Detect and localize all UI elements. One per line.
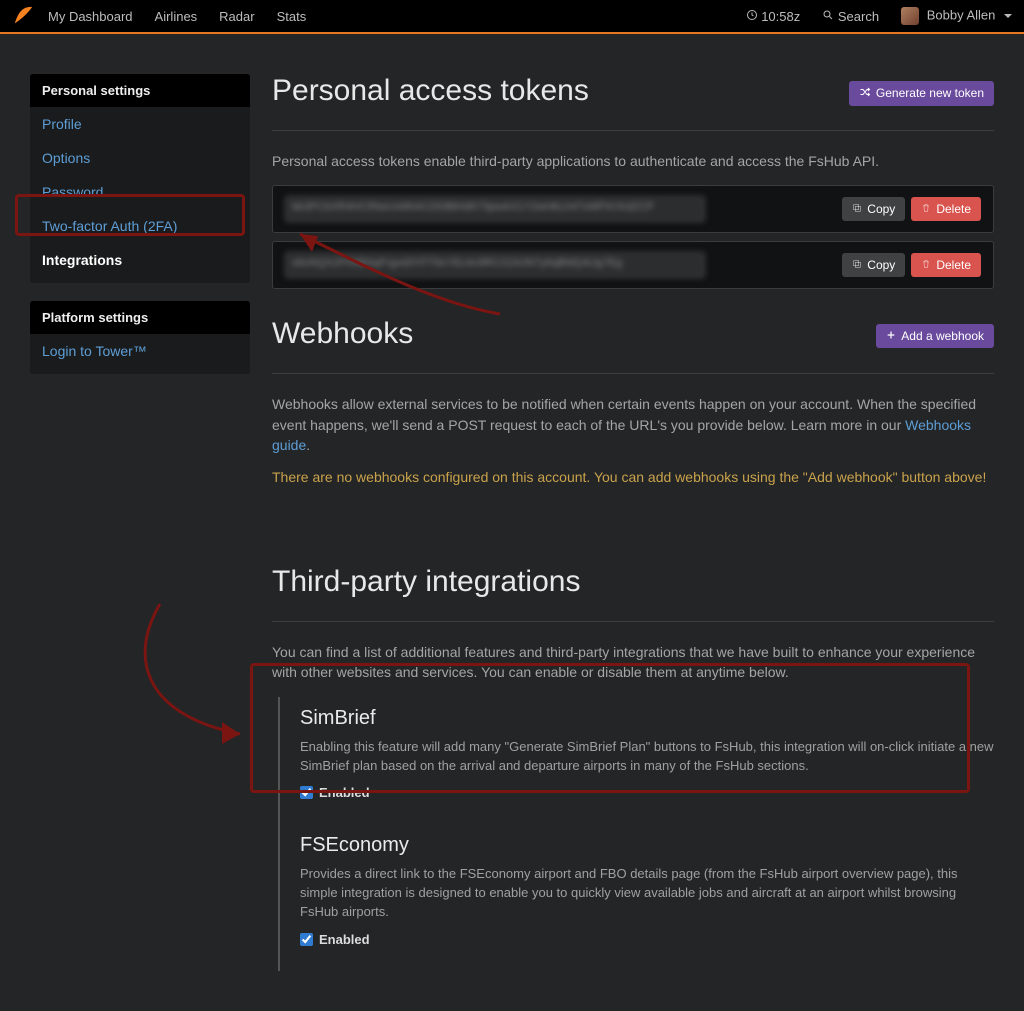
third-party-description: You can find a list of additional featur…	[272, 642, 994, 683]
copy-button[interactable]: Copy	[842, 197, 905, 221]
integration-checkbox[interactable]	[300, 933, 313, 946]
enabled-label: Enabled	[319, 932, 370, 947]
app-logo[interactable]	[12, 5, 34, 27]
delete-button[interactable]: Delete	[911, 197, 981, 221]
integration-enabled-toggle[interactable]: Enabled	[300, 785, 994, 800]
sidebar-item-profile[interactable]: Profile	[30, 107, 250, 141]
nav-user-menu[interactable]: Bobby Allen	[901, 7, 1012, 25]
sidebar-personal-panel: Personal settings Profile Options Passwo…	[30, 74, 250, 283]
sidebar-platform-header: Platform settings	[30, 301, 250, 334]
trash-icon	[921, 258, 931, 272]
webhooks-description: Webhooks allow external services to be n…	[272, 394, 994, 455]
nav-airlines[interactable]: Airlines	[155, 9, 198, 24]
webhooks-desc-pre: Webhooks allow external services to be n…	[272, 396, 976, 432]
copy-label: Copy	[867, 202, 895, 216]
tokens-title: Personal access tokens	[272, 74, 849, 108]
enabled-label: Enabled	[319, 785, 370, 800]
sidebar-platform-panel: Platform settings Login to Tower™	[30, 301, 250, 374]
nav-stats[interactable]: Stats	[277, 9, 307, 24]
integration-checkbox[interactable]	[300, 786, 313, 799]
add-webhook-button[interactable]: Add a webhook	[876, 324, 994, 348]
top-navbar: My Dashboard Airlines Radar Stats 10:58z…	[0, 0, 1024, 34]
integration-enabled-toggle[interactable]: Enabled	[300, 932, 994, 947]
nav-radar[interactable]: Radar	[219, 9, 254, 24]
copy-icon	[852, 202, 862, 216]
delete-label: Delete	[936, 202, 971, 216]
trash-icon	[921, 202, 931, 216]
sidebar-personal-header: Personal settings	[30, 74, 250, 107]
copy-button[interactable]: Copy	[842, 253, 905, 277]
user-name: Bobby Allen	[927, 7, 996, 22]
third-party-title: Third-party integrations	[272, 565, 994, 599]
integration-name: FSEconomy	[300, 834, 994, 857]
webhooks-desc-post: .	[306, 437, 310, 453]
webhooks-empty: There are no webhooks configured on this…	[272, 469, 994, 485]
delete-label: Delete	[936, 258, 971, 272]
avatar	[901, 7, 919, 25]
nav-search[interactable]: Search	[822, 9, 879, 24]
main-content: Personal access tokens Generate new toke…	[272, 74, 994, 971]
integration-fseconomy: FSEconomy Provides a direct link to the …	[278, 824, 994, 971]
token-value[interactable]: s6vNQX2Fh5BNqFrgvd3YFT9xYEc4c9RCO24JN7y6…	[285, 252, 705, 278]
copy-label: Copy	[867, 258, 895, 272]
nav-my-dashboard[interactable]: My Dashboard	[48, 9, 133, 24]
sidebar-item-2fa[interactable]: Two-factor Auth (2FA)	[30, 209, 250, 243]
clock-icon	[746, 9, 758, 24]
copy-icon	[852, 258, 862, 272]
clock-value: 10:58z	[761, 9, 800, 24]
token-value[interactable]: bk3PCkXR4HCRlwUvMhACDDBtHdh73pwAX1Y2wHkL…	[285, 196, 705, 222]
plus-icon	[886, 329, 896, 343]
token-row: s6vNQX2Fh5BNqFrgvd3YFT9xYEc4c9RCO24JN7y6…	[272, 241, 994, 289]
search-label: Search	[838, 9, 879, 24]
nav-clock: 10:58z	[746, 9, 801, 24]
webhooks-title: Webhooks	[272, 317, 876, 351]
shuffle-icon	[859, 86, 871, 101]
generate-token-label: Generate new token	[876, 86, 984, 100]
integration-simbrief: SimBrief Enabling this feature will add …	[278, 697, 994, 825]
tokens-description: Personal access tokens enable third-part…	[272, 151, 994, 171]
add-webhook-label: Add a webhook	[901, 329, 984, 343]
generate-token-button[interactable]: Generate new token	[849, 81, 994, 106]
settings-sidebar: Personal settings Profile Options Passwo…	[30, 74, 250, 971]
integration-desc: Enabling this feature will add many "Gen…	[300, 738, 994, 776]
delete-button[interactable]: Delete	[911, 253, 981, 277]
sidebar-item-tower[interactable]: Login to Tower™	[30, 334, 250, 368]
sidebar-item-options[interactable]: Options	[30, 141, 250, 175]
sidebar-item-integrations[interactable]: Integrations	[30, 243, 250, 277]
token-row: bk3PCkXR4HCRlwUvMhACDDBtHdh73pwAX1Y2wHkL…	[272, 185, 994, 233]
search-icon	[822, 9, 834, 24]
integration-name: SimBrief	[300, 707, 994, 730]
integration-desc: Provides a direct link to the FSEconomy …	[300, 865, 994, 922]
sidebar-item-password[interactable]: Password	[30, 175, 250, 209]
